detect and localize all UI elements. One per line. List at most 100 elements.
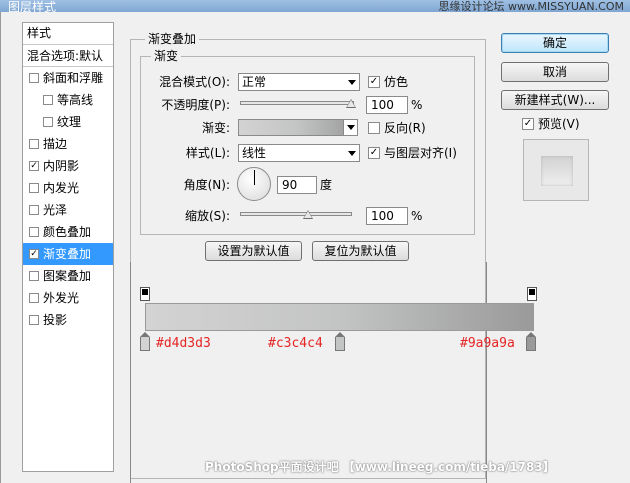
style-item[interactable]: 外发光 xyxy=(23,287,113,309)
blend-mode-select[interactable]: 正常 xyxy=(238,73,360,91)
style-label: 样式(L): xyxy=(185,146,230,160)
gradient-overlay-title: 渐变叠加 xyxy=(145,32,200,46)
checkbox-icon[interactable] xyxy=(29,183,39,193)
opacity-input[interactable]: 100 xyxy=(366,96,408,114)
style-item[interactable]: 纹理 xyxy=(23,111,113,133)
style-item-label: 外发光 xyxy=(43,291,80,305)
styles-list-header[interactable]: 样式 xyxy=(23,23,113,45)
color-annotation: #9a9a9a xyxy=(460,336,515,351)
opacity-unit: % xyxy=(411,98,423,112)
checkbox-icon[interactable] xyxy=(29,139,39,149)
angle-input[interactable]: 90 xyxy=(277,176,317,194)
blend-mode-label: 混合模式(O): xyxy=(159,75,230,89)
blend-mode-value: 正常 xyxy=(242,75,267,89)
color-stop[interactable] xyxy=(140,332,150,351)
checkbox-icon[interactable]: ✓ xyxy=(29,249,39,259)
blending-options-item[interactable]: 混合选项:默认 xyxy=(23,45,113,67)
scale-label: 缩放(S): xyxy=(184,209,230,223)
editor-left-edge xyxy=(130,262,131,483)
checkbox-icon[interactable] xyxy=(29,271,39,281)
style-item[interactable]: 光泽 xyxy=(23,199,113,221)
chevron-down-icon[interactable] xyxy=(343,120,357,135)
style-item[interactable]: 等高线 xyxy=(23,89,113,111)
chevron-down-icon xyxy=(348,151,356,156)
cancel-button[interactable]: 取消 xyxy=(501,62,609,82)
gradient-subgroup-title: 渐变 xyxy=(151,49,182,63)
color-annotation: #d4d3d3 xyxy=(156,336,211,351)
reverse-label: 反向(R) xyxy=(384,121,426,135)
color-annotation: #c3c4c4 xyxy=(268,336,323,351)
scale-unit: % xyxy=(411,209,423,223)
reset-default-button[interactable]: 复位为默认值 xyxy=(312,241,409,261)
opacity-stop-left[interactable] xyxy=(140,287,150,301)
style-item-label: 渐变叠加 xyxy=(43,247,92,261)
checkbox-icon: ✓ xyxy=(368,147,380,159)
style-item-label: 内发光 xyxy=(43,181,80,195)
color-stop[interactable] xyxy=(526,332,536,351)
checkbox-icon: ✓ xyxy=(522,118,534,130)
angle-unit: 度 xyxy=(320,178,333,192)
preview-label: 预览(V) xyxy=(538,117,580,131)
new-style-button[interactable]: 新建样式(W)... xyxy=(501,90,609,110)
style-item-label: 内阴影 xyxy=(43,159,80,173)
styles-list: 样式 混合选项:默认 斜面和浮雕等高线纹理描边 ✓ 内阴影内发光光泽颜色叠加 ✓ 渐变叠… xyxy=(22,22,114,472)
color-stop[interactable] xyxy=(334,332,345,351)
style-item[interactable]: 图案叠加 xyxy=(23,265,113,287)
opacity-slider-thumb[interactable] xyxy=(346,99,356,108)
style-item-label: 纹理 xyxy=(57,115,82,129)
style-item-label: 描边 xyxy=(43,137,68,151)
checkbox-icon xyxy=(368,122,380,134)
style-item[interactable]: ✓ 渐变叠加 xyxy=(23,243,113,265)
style-item[interactable]: 描边 xyxy=(23,133,113,155)
style-item-label: 颜色叠加 xyxy=(43,225,92,239)
style-item-label: 投影 xyxy=(43,313,68,327)
angle-label: 角度(N): xyxy=(183,178,230,192)
checkbox-icon[interactable] xyxy=(43,117,53,127)
style-select[interactable]: 线性 xyxy=(238,144,360,162)
style-preview-thumbnail xyxy=(523,139,589,201)
style-item-label: 图案叠加 xyxy=(43,269,92,283)
ok-button[interactable]: 确定 xyxy=(501,33,609,53)
opacity-label: 不透明度(P): xyxy=(161,98,230,112)
style-item[interactable]: 投影 xyxy=(23,309,113,331)
style-value: 线性 xyxy=(242,146,267,160)
style-item-label: 斜面和浮雕 xyxy=(43,71,104,85)
align-with-layer-label: 与图层对齐(I) xyxy=(384,146,457,160)
preview-checkbox[interactable]: ✓ 预览(V) xyxy=(522,116,580,132)
checkbox-icon[interactable] xyxy=(43,95,53,105)
gradient-label: 渐变: xyxy=(201,121,230,135)
checkbox-icon[interactable]: ✓ xyxy=(29,161,39,171)
chevron-down-icon xyxy=(348,80,356,85)
scale-input[interactable]: 100 xyxy=(366,207,408,225)
style-item[interactable]: 斜面和浮雕 xyxy=(23,67,113,89)
style-item-label: 等高线 xyxy=(57,93,94,107)
style-item[interactable]: 颜色叠加 xyxy=(23,221,113,243)
angle-dial[interactable] xyxy=(237,167,271,201)
reverse-checkbox[interactable]: 反向(R) xyxy=(368,120,426,136)
style-items: 斜面和浮雕等高线纹理描边 ✓ 内阴影内发光光泽颜色叠加 ✓ 渐变叠加图案叠加外发光投影 xyxy=(23,67,113,331)
scale-slider-track[interactable] xyxy=(240,212,352,216)
title-bar: 图层样式 思缘设计论坛 www.MISSYUAN.COM xyxy=(0,0,630,14)
align-with-layer-checkbox[interactable]: ✓ 与图层对齐(I) xyxy=(368,145,457,161)
gradient-editor-bar[interactable] xyxy=(145,303,534,331)
checkbox-icon: ✓ xyxy=(368,76,380,88)
style-item[interactable]: 内发光 xyxy=(23,177,113,199)
opacity-slider-track[interactable] xyxy=(240,101,354,105)
angle-needle xyxy=(254,170,255,185)
preview-swatch xyxy=(541,156,573,186)
style-item-label: 光泽 xyxy=(43,203,68,217)
checkbox-icon[interactable] xyxy=(29,205,39,215)
set-default-button[interactable]: 设置为默认值 xyxy=(205,241,302,261)
gradient-picker[interactable] xyxy=(238,119,358,136)
checkbox-icon[interactable] xyxy=(29,227,39,237)
editor-right-edge xyxy=(486,262,487,483)
checkbox-icon[interactable] xyxy=(29,293,39,303)
footer-watermark: PhotoShop平面设计吧 【www.lineeg.com/tieba/178… xyxy=(205,460,555,474)
opacity-stop-right[interactable] xyxy=(527,287,537,301)
dither-label: 仿色 xyxy=(384,75,409,89)
dither-checkbox[interactable]: ✓ 仿色 xyxy=(368,74,408,90)
style-item[interactable]: ✓ 内阴影 xyxy=(23,155,113,177)
checkbox-icon[interactable] xyxy=(29,73,39,83)
scale-slider-thumb[interactable] xyxy=(303,210,313,219)
checkbox-icon[interactable] xyxy=(29,315,39,325)
